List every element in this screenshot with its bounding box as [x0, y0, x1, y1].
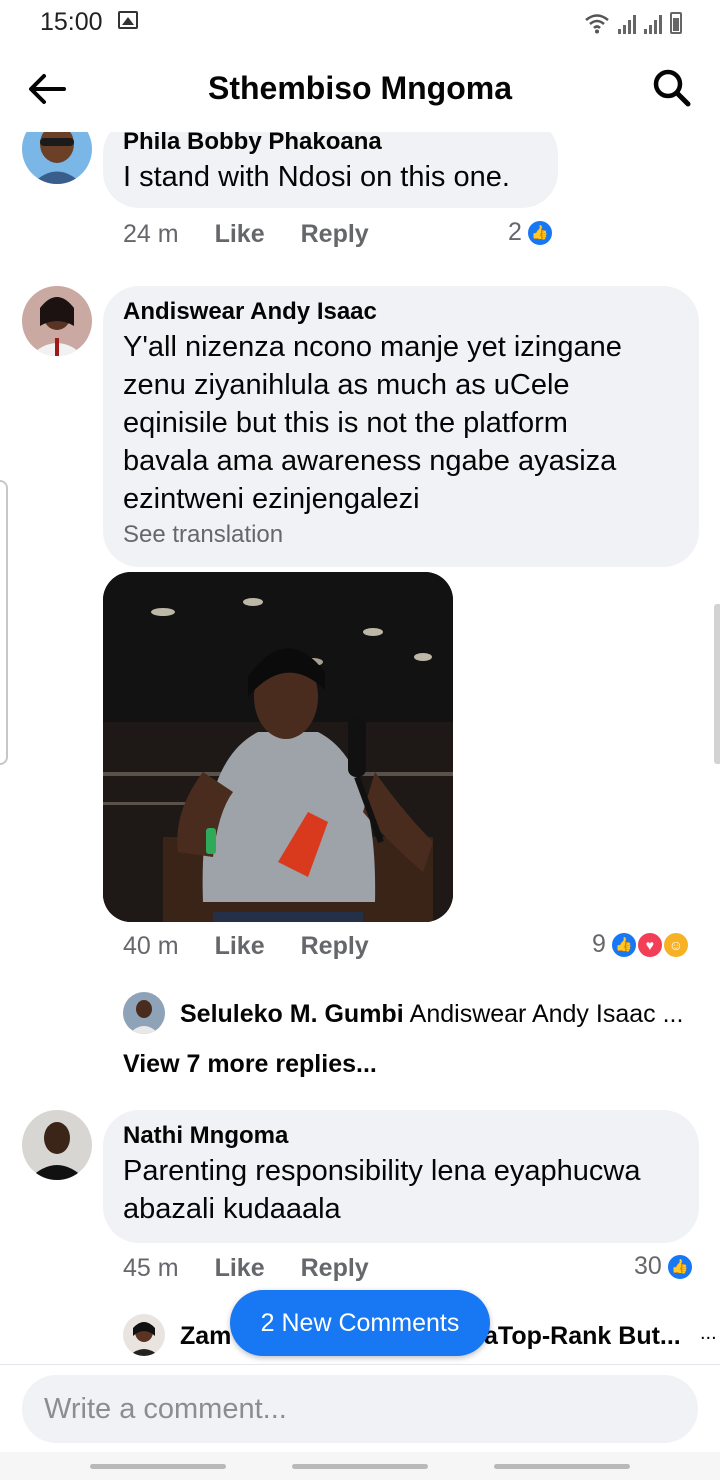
like-reaction-icon: 👍	[609, 930, 638, 959]
reply-button[interactable]: Reply	[301, 220, 369, 249]
reply-button[interactable]: Reply	[301, 932, 369, 961]
reply-author-name[interactable]: Seluleko M. Gumbi	[180, 1000, 404, 1028]
new-comments-button[interactable]: 2 New Comments	[230, 1290, 490, 1356]
reaction-summary[interactable]: 2 👍	[508, 218, 554, 247]
comment-actions: 24 m Like Reply	[123, 220, 369, 249]
reply-preview-text: Andiswear Andy Isaac ...	[409, 1000, 684, 1028]
signal-icon-1	[618, 14, 636, 34]
like-reaction-icon: 👍	[665, 1252, 694, 1281]
avatar[interactable]	[22, 132, 92, 184]
like-button[interactable]: Like	[215, 220, 265, 249]
scrollbar[interactable]	[714, 604, 720, 764]
like-button[interactable]: Like	[215, 1254, 265, 1283]
comment-text: I stand with Ndosi on this one.	[123, 161, 510, 193]
avatar[interactable]	[22, 1110, 92, 1180]
comment-author[interactable]: Andiswear Andy Isaac	[123, 296, 679, 328]
comment-time: 24 m	[123, 220, 179, 248]
comment-text-line: zenu ziyanihlula as much as uCele	[123, 369, 570, 401]
comment-text-line: Y'all nizenza ncono manje yet izingane	[123, 331, 622, 363]
like-button[interactable]: Like	[215, 932, 265, 961]
comment-text-line: ezintweni ezinjengalezi	[123, 483, 420, 515]
see-translation-link[interactable]: See translation	[123, 518, 679, 552]
comment-text-line: bavala ama awareness ngabe ayasiza	[123, 445, 617, 477]
system-nav-bar	[0, 1452, 720, 1480]
reply-more: ...	[700, 1322, 717, 1344]
avatar[interactable]	[123, 1314, 165, 1356]
comment-author[interactable]: Phila Bobby Phakoana	[123, 132, 538, 158]
reply-preview[interactable]: Seluleko M. Gumbi Andiswear Andy Isaac ..…	[0, 992, 720, 1036]
comment-bubble[interactable]: Andiswear Andy Isaac Y'all nizenza ncono…	[103, 286, 699, 567]
reaction-summary[interactable]: 30 👍	[634, 1252, 694, 1281]
comment-photo[interactable]	[103, 572, 453, 922]
signal-icon-2	[644, 14, 662, 34]
reply-author-end[interactable]: aTop-Rank But...	[484, 1322, 681, 1351]
nav-recents-handle[interactable]	[90, 1464, 226, 1469]
comment-author[interactable]: Nathi Mngoma	[123, 1120, 679, 1152]
search-icon	[653, 69, 691, 107]
reply-author-start[interactable]: Zam	[180, 1322, 231, 1351]
comment-composer	[0, 1364, 720, 1452]
app-header: Sthembiso Mngoma	[0, 44, 720, 132]
reply-author[interactable]: Seluleko M. Gumbi Andiswear Andy Isaac ..…	[180, 1000, 683, 1029]
comment-text-line: abazali kudaaala	[123, 1193, 341, 1225]
comment-time: 40 m	[123, 932, 179, 960]
gallery-notification-icon	[118, 11, 138, 29]
reaction-count: 30	[634, 1252, 662, 1280]
page-title: Sthembiso Mngoma	[207, 70, 512, 106]
comment-text-line: eqinisile but this is not the platform	[123, 407, 568, 439]
comment-time: 45 m	[123, 1254, 179, 1282]
avatar[interactable]	[22, 286, 92, 356]
comment-bubble[interactable]: Nathi Mngoma Parenting responsibility le…	[103, 1110, 699, 1243]
nav-home-handle[interactable]	[292, 1464, 428, 1469]
reaction-summary[interactable]: 9 👍 ♥ ☺	[592, 930, 690, 959]
love-reaction-icon: ♥	[635, 930, 664, 959]
comment-actions: 40 m Like Reply	[123, 932, 369, 961]
status-time: 15:00	[40, 8, 103, 36]
battery-icon	[670, 12, 682, 34]
edge-panel-handle[interactable]	[0, 480, 8, 765]
status-bar: 15:00	[0, 0, 720, 44]
wifi-icon	[585, 14, 609, 34]
comment-bubble[interactable]: Phila Bobby Phakoana I stand with Ndosi …	[103, 132, 558, 208]
reaction-count: 9	[592, 930, 606, 958]
haha-reaction-icon: ☺	[661, 930, 690, 959]
comment-feed[interactable]: Phila Bobby Phakoana I stand with Ndosi …	[0, 132, 720, 1364]
view-more-replies-link[interactable]: View 7 more replies...	[123, 1050, 377, 1079]
search-button[interactable]	[650, 66, 694, 110]
like-reaction-icon: 👍	[525, 218, 554, 247]
status-icons	[584, 8, 682, 34]
avatar[interactable]	[123, 992, 165, 1034]
comment-actions: 45 m Like Reply	[123, 1254, 369, 1283]
comment-input[interactable]	[22, 1375, 698, 1443]
reaction-count: 2	[508, 218, 522, 246]
reply-button[interactable]: Reply	[301, 1254, 369, 1283]
comment-text-line: Parenting responsibility lena eyaphucwa	[123, 1155, 641, 1187]
nav-back-handle[interactable]	[494, 1464, 630, 1469]
